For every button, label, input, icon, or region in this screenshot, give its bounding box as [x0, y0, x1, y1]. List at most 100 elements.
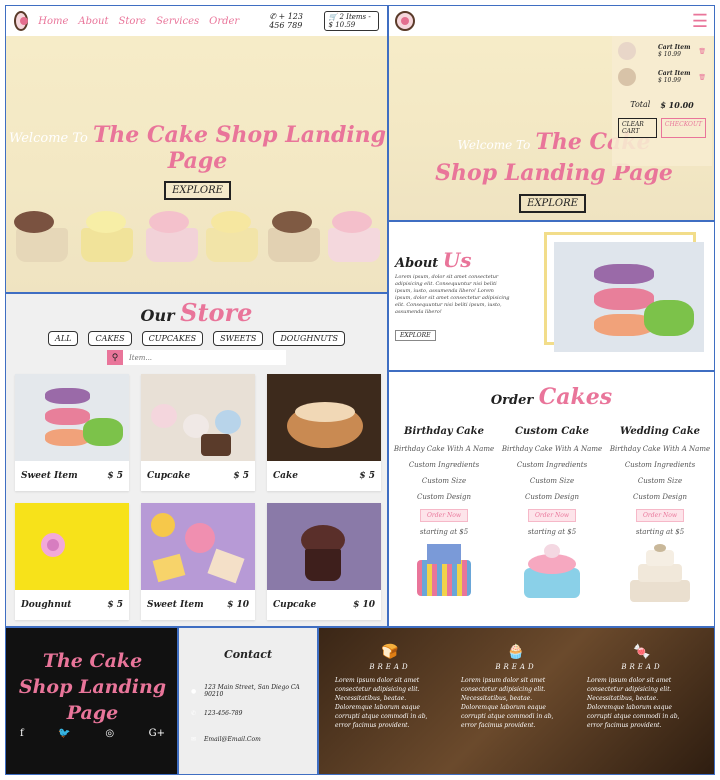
hero-explore-button[interactable]: EXPLORE: [519, 194, 586, 213]
filter-cupcakes-button[interactable]: CUPCAKES: [141, 331, 204, 346]
store-heading-a: Our: [140, 306, 175, 325]
item-name: Cake: [273, 471, 298, 481]
order-line: Custom Design: [417, 493, 471, 501]
cupcake-image: [16, 228, 68, 262]
cart-dropdown: Cart Item $ 10.99 🗑 Cart Item $ 10.99 🗑 To…: [612, 36, 712, 166]
item-name: Cupcake: [273, 600, 317, 610]
instagram-icon[interactable]: ◎: [105, 728, 114, 739]
order-now-button[interactable]: Order Now: [636, 509, 684, 522]
nav-services[interactable]: Services: [156, 16, 199, 27]
cupcake-image: [268, 228, 320, 262]
order-line: Custom Ingredients: [408, 461, 480, 469]
google-plus-icon[interactable]: G+: [149, 728, 165, 739]
order-line: Birthday Cake With A Name: [393, 445, 495, 453]
order-line: Custom Size: [421, 477, 467, 485]
doughnut-image: [15, 503, 129, 590]
order-line: Custom Size: [529, 477, 575, 485]
nav-order[interactable]: Order: [209, 16, 239, 27]
hero-welcome: Welcome To: [8, 131, 88, 146]
contact-heading: Contact: [223, 648, 273, 661]
filter-sweets-button[interactable]: SWEETS: [213, 331, 264, 346]
store-item-card[interactable]: Cupcake $ 5: [141, 374, 255, 491]
store-item-card[interactable]: Sweet Item $ 5: [15, 374, 129, 491]
cupcake-image: [267, 503, 381, 590]
cupcake-image: [206, 228, 258, 262]
facebook-icon[interactable]: f: [20, 728, 24, 739]
order-now-button[interactable]: Order Now: [420, 509, 468, 522]
hero-welcome: Welcome To: [457, 138, 531, 152]
store-heading-b: Store: [180, 298, 253, 327]
cupcake-image: [81, 228, 133, 262]
hero-explore-button[interactable]: EXPLORE: [164, 181, 231, 200]
order-column-title: Custom Cake: [515, 426, 589, 437]
item-price: $ 5: [107, 600, 123, 610]
bread-icon: 🍞: [381, 644, 399, 660]
custom-cake-image: [524, 544, 580, 598]
macarons-image: [554, 242, 704, 352]
store-item-card[interactable]: Cupcake $ 10: [267, 503, 381, 620]
trash-icon[interactable]: 🗑: [698, 74, 706, 81]
about-panel: About Us Lorem ipsum, dolor sit amet con…: [388, 221, 715, 371]
item-name: Cupcake: [147, 471, 191, 481]
contact-email: Email@Email.Com: [204, 736, 261, 743]
order-starting-price: starting at $5: [419, 528, 469, 536]
order-column-title: Birthday Cake: [404, 426, 484, 437]
about-heading-a: About: [395, 256, 439, 271]
footer-brand-panel: The Cake Shop Landing Page f 🐦 ◎ G+: [5, 627, 178, 775]
store-item-card[interactable]: Doughnut $ 5: [15, 503, 129, 620]
checkout-button[interactable]: CHECKOUT: [660, 118, 706, 138]
map-marker-icon: ●: [191, 687, 197, 695]
order-line: Custom Design: [525, 493, 579, 501]
about-explore-button[interactable]: EXPLORE: [395, 330, 436, 341]
twitter-icon[interactable]: 🐦: [58, 728, 70, 739]
clear-cart-button[interactable]: CLEAR CART: [618, 118, 657, 138]
hamburger-menu-icon[interactable]: ☰: [692, 11, 708, 32]
contact-address: 123 Main Street, San Diego CA 90210: [204, 684, 300, 698]
order-line: Birthday Cake With A Name: [609, 445, 711, 453]
cart-button[interactable]: 🛒 2 Items - $ 10.59: [323, 11, 379, 31]
wedding-cake-image: [630, 544, 690, 602]
order-line: Custom Design: [633, 493, 687, 501]
macarons-image: [15, 374, 129, 461]
bread-box: 🧁 BREAD Lorem ipsum dolor sit amet conse…: [461, 645, 571, 730]
trash-icon[interactable]: 🗑: [698, 48, 706, 55]
bread-text: Lorem ipsum dolor sit amet consectetur a…: [587, 677, 680, 729]
bread-box: 🍞 BREAD Lorem ipsum dolor sit amet conse…: [335, 644, 445, 730]
store-item-card[interactable]: Cake $ 5: [267, 374, 381, 491]
order-column-birthday: Birthday Cake Birthday Cake With A Name …: [389, 426, 499, 596]
sweets-image: [141, 503, 255, 590]
item-price: $ 10: [227, 600, 249, 610]
search-input[interactable]: [123, 350, 286, 365]
order-line: Birthday Cake With A Name: [501, 445, 603, 453]
item-price: $ 10: [353, 600, 375, 610]
footer-brand-title: The Cake Shop Landing Page: [18, 650, 167, 724]
nav-about[interactable]: About: [78, 16, 108, 27]
logo-icon[interactable]: [395, 11, 415, 31]
item-price: $ 5: [359, 471, 375, 481]
filter-all-button[interactable]: ALL: [48, 331, 79, 346]
cart-item: Cart Item $ 10.99 🗑: [618, 68, 706, 86]
filter-doughnuts-button[interactable]: DOUGHNUTS: [273, 331, 345, 346]
cupcakes-image: [141, 374, 255, 461]
about-heading-b: Us: [442, 248, 472, 272]
order-starting-price: starting at $5: [527, 528, 577, 536]
bread-title: BREAD: [495, 663, 537, 671]
filter-cakes-button[interactable]: CAKES: [88, 331, 132, 346]
cart-total-label: Total: [630, 100, 651, 109]
cake-image: [267, 374, 381, 461]
order-heading-a: Order: [490, 393, 534, 408]
order-line: Custom Size: [637, 477, 683, 485]
logo-icon[interactable]: [14, 11, 29, 31]
store-item-card[interactable]: Sweet Item $ 10: [141, 503, 255, 620]
phone-icon: ✆: [269, 12, 276, 21]
nav-home[interactable]: Home: [38, 16, 68, 27]
nav-store[interactable]: Store: [118, 16, 146, 27]
bread-box: 🍬 BREAD Lorem ipsum dolor sit amet conse…: [587, 645, 697, 730]
order-now-button[interactable]: Order Now: [528, 509, 576, 522]
search-icon[interactable]: ⚲: [107, 350, 123, 365]
mobile-hero-panel: ☰ Welcome To The Cake Shop Landing Page …: [388, 5, 715, 221]
cart-total-value: $ 10.00: [660, 100, 694, 110]
item-price: $ 5: [233, 471, 249, 481]
item-name: Sweet Item: [21, 471, 78, 481]
birthday-cake-image: [417, 544, 471, 596]
